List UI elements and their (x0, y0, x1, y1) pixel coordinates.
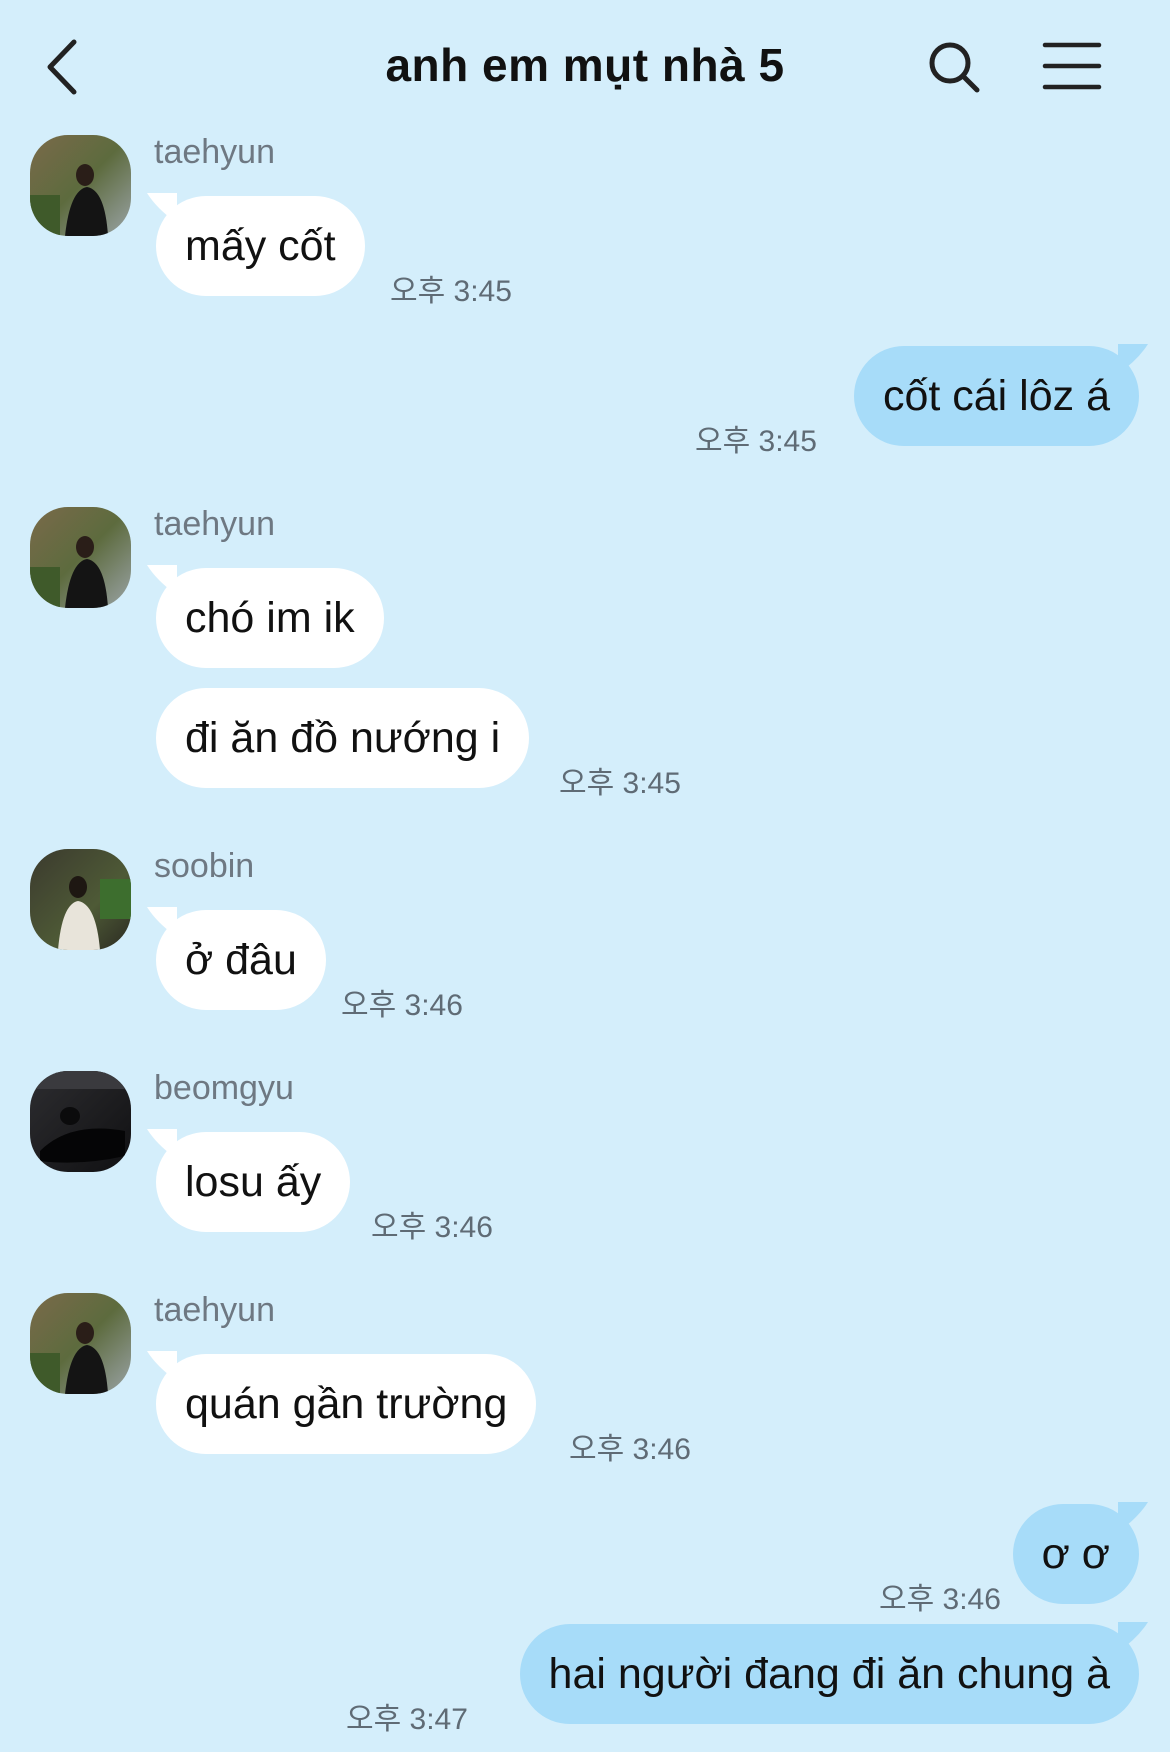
message-bubble[interactable]: đi ăn đồ nướng i (156, 688, 530, 788)
search-button[interactable] (925, 38, 985, 98)
chat-header: anh em mụt nhà 5 (0, 0, 1170, 130)
avatar-beomgyu[interactable] (30, 1071, 131, 1172)
message-bubble[interactable]: hai người đang đi ăn chung à (519, 1624, 1139, 1724)
search-icon (929, 42, 980, 93)
avatar-taehyun[interactable] (30, 135, 131, 236)
message-bubble[interactable]: cốt cái lôz á (853, 346, 1139, 446)
sender-name: taehyun (154, 505, 275, 543)
message-time: 오후 3:46 (341, 989, 463, 1022)
message-bubble[interactable]: chó im ik (156, 568, 384, 668)
message-bubble[interactable]: ơ ơ (1012, 1504, 1139, 1604)
avatar-taehyun[interactable] (30, 507, 131, 608)
message-time: 오후 3:46 (879, 1583, 1001, 1616)
message-time: 오후 3:46 (371, 1211, 493, 1244)
sender-name: soobin (154, 847, 255, 885)
menu-button[interactable] (1042, 40, 1102, 92)
sender-name: taehyun (154, 1291, 275, 1329)
message-bubble[interactable]: mấy cốt (156, 196, 365, 296)
message-time: 오후 3:45 (390, 275, 512, 308)
sender-name: beomgyu (154, 1069, 294, 1107)
message-bubble[interactable]: ở đâu (156, 910, 326, 1010)
message-bubble[interactable]: losu ấy (156, 1132, 351, 1232)
message-bubble[interactable]: quán gần trường (156, 1354, 537, 1454)
avatar-soobin[interactable] (30, 849, 131, 950)
message-time: 오후 3:46 (569, 1433, 691, 1466)
message-time: 오후 3:45 (559, 767, 681, 800)
sender-name: taehyun (154, 133, 275, 171)
chat-title: anh em mụt nhà 5 (385, 39, 785, 91)
hamburger-menu-icon (1042, 42, 1102, 90)
avatar-taehyun[interactable] (30, 1293, 131, 1394)
message-time: 오후 3:45 (695, 425, 817, 458)
message-time: 오후 3:47 (346, 1703, 468, 1736)
